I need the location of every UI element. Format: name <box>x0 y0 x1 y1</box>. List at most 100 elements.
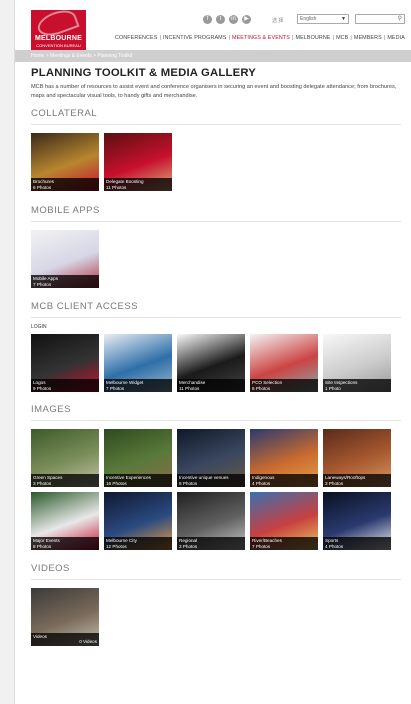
tile-name: Melbourne City <box>106 538 137 543</box>
search-icon[interactable]: ⚲ <box>398 15 402 23</box>
tile-caption: River/Beaches 7 Photos <box>250 537 318 550</box>
tile-grid: Mobile Apps 7 Photos <box>31 230 401 288</box>
youtube-icon[interactable]: ▶ <box>242 15 251 24</box>
tile-caption: Brochures 6 Photos <box>31 178 99 191</box>
tile-count: 7 Photos <box>106 385 125 391</box>
gallery-tile[interactable]: Site Inspections 1 Photo <box>323 334 391 392</box>
nav-members[interactable]: MEMBERS <box>354 35 382 41</box>
tile-name: Delegate Boosting <box>106 179 144 184</box>
tile-grid: Green Spaces 3 Photos Incentive Experience… <box>31 429 401 550</box>
gallery-tile[interactable]: Green Spaces 3 Photos <box>31 429 99 487</box>
tile-name: Major Events <box>33 538 60 543</box>
gallery-tile[interactable]: Delegate Boosting 11 Photos <box>104 133 172 191</box>
nav-incentive-programs[interactable]: INCENTIVE PROGRAMS <box>163 35 227 41</box>
tile-caption: Major Events 8 Photos <box>31 537 99 550</box>
tile-name: Green Spaces <box>33 475 63 480</box>
tile-caption: Merchandise 11 Photos <box>177 379 245 392</box>
tile-count: 11 Photos <box>179 385 200 391</box>
tile-caption: Incentive Experiences 16 Photos <box>104 474 172 487</box>
language-label: 选 择 <box>272 18 284 24</box>
tile-caption: PCO Selection 6 Photos <box>250 379 318 392</box>
tile-count: 7 Photos <box>33 281 52 287</box>
section-title: VIDEOS <box>31 563 401 580</box>
tile-grid: Brochures 6 Photos Delegate Boosting 11 Pho… <box>31 133 401 191</box>
page-title: PLANNING TOOLKIT & MEDIA GALLERY <box>31 67 257 79</box>
search-input[interactable]: ⚲ <box>355 14 405 24</box>
gallery-tile[interactable]: Incentive Experiences 16 Photos <box>104 429 172 487</box>
facebook-icon[interactable]: f <box>203 15 212 24</box>
page: MELBOURNE CONVENTION BUREAU f t in ▶ 选 择… <box>14 0 411 704</box>
tile-name: Videos <box>33 634 47 639</box>
tile-count: 3 Photos <box>179 543 198 549</box>
nav-meetings-events[interactable]: MEETINGS & EVENTS <box>232 35 290 41</box>
nav-mcb[interactable]: MCB <box>336 35 348 41</box>
gallery-tile[interactable]: Merchandise 11 Photos <box>177 334 245 392</box>
tile-count: 1 Photo <box>325 385 341 391</box>
tile-name: River/Beaches <box>252 538 282 543</box>
tile-count: 16 Photos <box>106 480 127 486</box>
tile-name: Incentive unique venues <box>179 475 229 480</box>
section-title: COLLATERAL <box>31 108 401 125</box>
tile-count: 6 Photos <box>33 184 52 190</box>
tile-name: PCO Selection <box>252 380 283 385</box>
nav-media[interactable]: MEDIA <box>387 35 405 41</box>
language-select[interactable]: English ▼ <box>297 14 349 24</box>
tile-count: 4 Photos <box>252 480 271 486</box>
login-link[interactable]: LOGIN <box>31 324 401 330</box>
tile-name: Brochures <box>33 179 54 184</box>
tile-name: Laneways/Rooftops <box>325 475 366 480</box>
section-images: IMAGES Green Spaces 3 Photos Incentive Exp… <box>31 404 401 550</box>
section-mobile-apps: MOBILE APPS Mobile Apps 7 Photos <box>31 205 401 288</box>
tile-count: 9 Photos <box>33 385 52 391</box>
tile-name: Incentive Experiences <box>106 475 151 480</box>
section-title: MCB CLIENT ACCESS <box>31 301 401 318</box>
gallery-tile[interactable]: Melbourne City 12 Photos <box>104 492 172 550</box>
social-links: f t in ▶ <box>203 15 251 24</box>
tile-count: 7 Photos <box>252 543 271 549</box>
gallery-tile[interactable]: Melbourne Widget 7 Photos <box>104 334 172 392</box>
tile-grid: Videos 0 Videos <box>31 588 401 646</box>
gallery-tile[interactable]: Logos 9 Photos <box>31 334 99 392</box>
logo-text: MELBOURNE <box>35 35 82 42</box>
gallery-tile[interactable]: Sports 4 Photos <box>323 492 391 550</box>
gallery-tile[interactable]: Videos 0 Videos <box>31 588 99 646</box>
section-title: MOBILE APPS <box>31 205 401 222</box>
tile-name: Logos <box>33 380 46 385</box>
main-nav: CONFERENCES | INCENTIVE PROGRAMS | MEETINGS … <box>115 35 405 41</box>
tile-caption: Videos 0 Videos <box>31 633 99 646</box>
breadcrumb[interactable]: Home > Meetings & Events > Planning Tool… <box>15 50 411 62</box>
tile-caption: Melbourne City 12 Photos <box>104 537 172 550</box>
tile-caption: Green Spaces 3 Photos <box>31 474 99 487</box>
tile-caption: Site Inspections 1 Photo <box>323 379 391 392</box>
logo-subtext: CONVENTION BUREAU <box>36 43 81 48</box>
tile-caption: Melbourne Widget 7 Photos <box>104 379 172 392</box>
tile-caption: Sports 4 Photos <box>323 537 391 550</box>
language-select-value: English <box>300 16 317 22</box>
tile-name: Melbourne Widget <box>106 380 144 385</box>
tile-caption: Indigenous 4 Photos <box>250 474 318 487</box>
gallery-tile[interactable]: Mobile Apps 7 Photos <box>31 230 99 288</box>
gallery-tile[interactable]: Brochures 6 Photos <box>31 133 99 191</box>
tile-name: Sports <box>325 538 339 543</box>
gallery-tile[interactable]: Indigenous 4 Photos <box>250 429 318 487</box>
section-title: IMAGES <box>31 404 401 421</box>
gallery-tile[interactable]: Regional 3 Photos <box>177 492 245 550</box>
tile-name: Merchandise <box>179 380 206 385</box>
tile-name: Site Inspections <box>325 380 358 385</box>
melbourne-logo[interactable]: MELBOURNE CONVENTION BUREAU <box>31 10 86 50</box>
section-client-access: MCB CLIENT ACCESS LOGIN Logos 9 Photos Mel… <box>31 301 401 392</box>
tile-caption: Laneways/Rooftops 3 Photos <box>323 474 391 487</box>
nav-melbourne[interactable]: MELBOURNE <box>296 35 331 41</box>
twitter-icon[interactable]: t <box>216 15 225 24</box>
tile-name: Regional <box>179 538 198 543</box>
gallery-tile[interactable]: Incentive unique venues 8 Photos <box>177 429 245 487</box>
gallery-tile[interactable]: Laneways/Rooftops 3 Photos <box>323 429 391 487</box>
gallery-tile[interactable]: Major Events 8 Photos <box>31 492 99 550</box>
linkedin-icon[interactable]: in <box>229 15 238 24</box>
site-header: MELBOURNE CONVENTION BUREAU f t in ▶ 选 择… <box>15 0 411 50</box>
section-collateral: COLLATERAL Brochures 6 Photos Delegate Boo… <box>31 108 401 191</box>
gallery-tile[interactable]: PCO Selection 6 Photos <box>250 334 318 392</box>
gallery-tile[interactable]: River/Beaches 7 Photos <box>250 492 318 550</box>
tile-count: 12 Photos <box>106 543 127 549</box>
nav-conferences[interactable]: CONFERENCES <box>115 35 157 41</box>
